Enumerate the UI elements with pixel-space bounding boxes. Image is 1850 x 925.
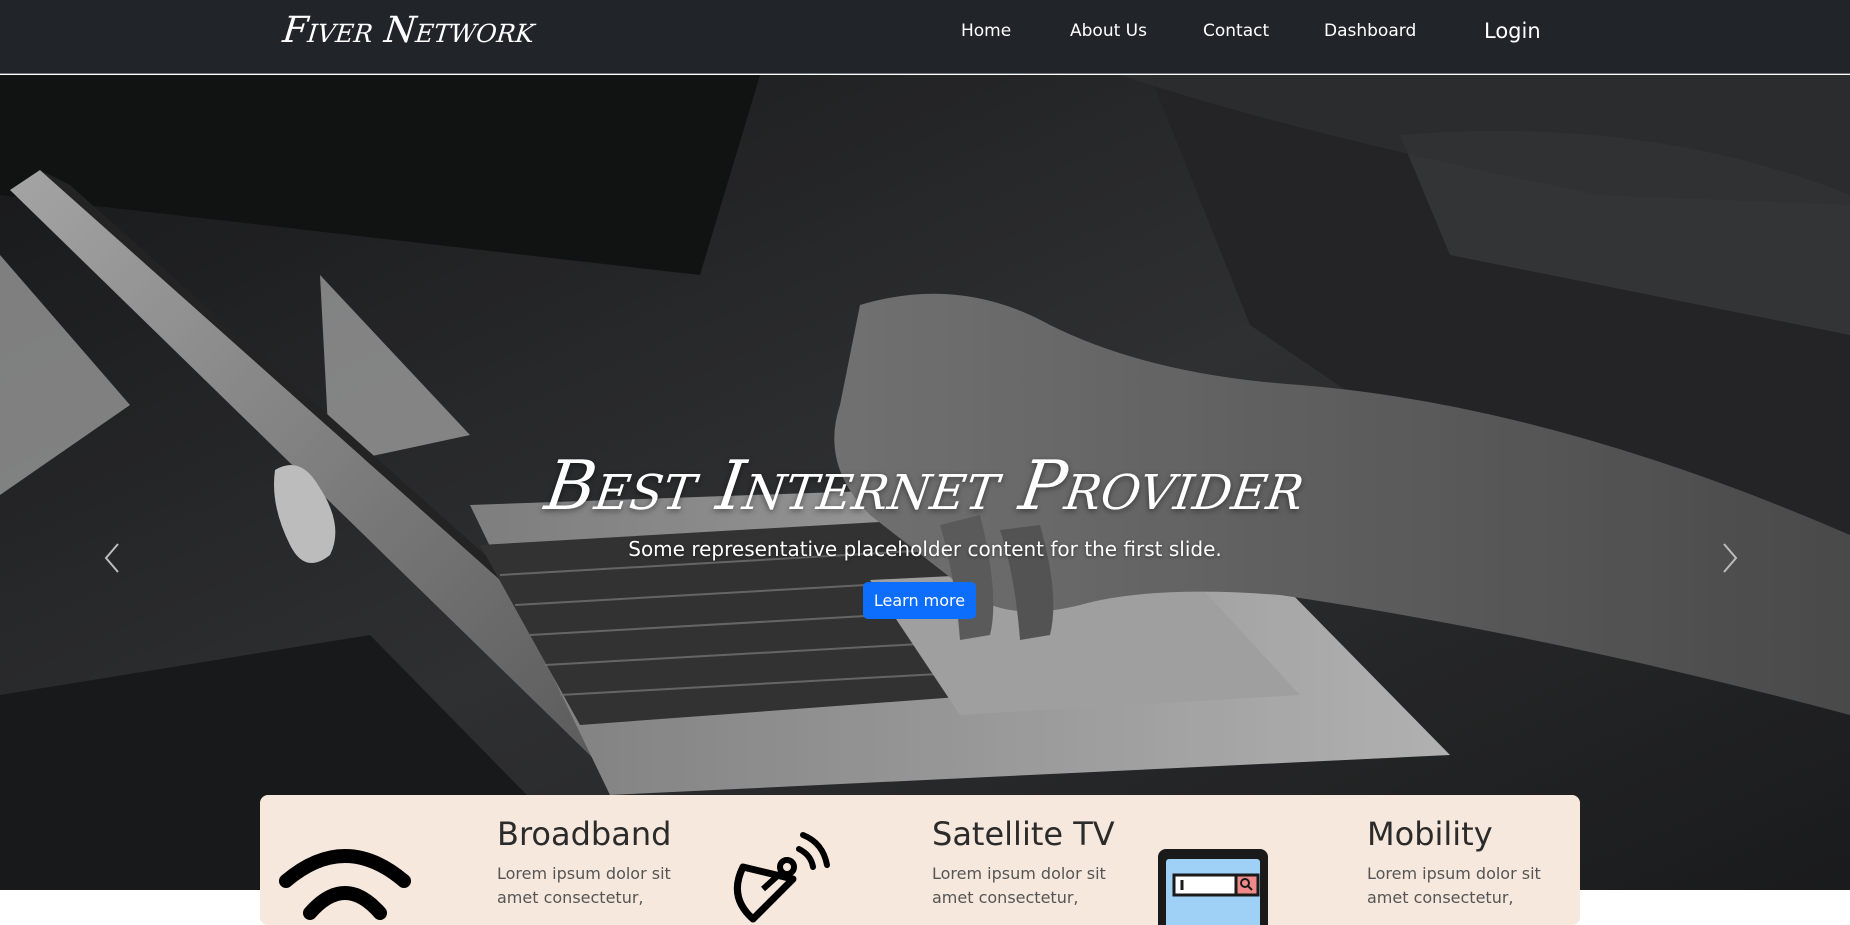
nav-link-about-us[interactable]: About Us (1070, 21, 1147, 41)
services-card: Broadband Lorem ipsum dolor sit amet con… (260, 795, 1580, 925)
nav-link-contact[interactable]: Contact (1203, 21, 1269, 41)
brand-logo[interactable]: Fiver Network (281, 10, 537, 51)
top-navbar: Fiver Network Home About Us Contact Dash… (0, 0, 1850, 74)
satellite-dish-icon (733, 832, 830, 923)
nav-link-home[interactable]: Home (961, 21, 1011, 41)
service-title-satellite-tv: Satellite TV (932, 815, 1115, 853)
learn-more-button[interactable]: Learn more (863, 582, 976, 619)
service-title-broadband: Broadband (497, 815, 672, 853)
wifi-icon (279, 849, 411, 920)
hero-subtitle: Some representative placeholder content … (628, 537, 1222, 561)
service-text-mobility: Lorem ipsum dolor sit amet consectetur, (1367, 864, 1541, 907)
service-title-mobility: Mobility (1367, 815, 1493, 853)
browser-search-icon (1158, 849, 1268, 925)
service-text-satellite-tv: Lorem ipsum dolor sit amet consectetur, (932, 864, 1106, 907)
nav-link-dashboard[interactable]: Dashboard (1324, 21, 1416, 41)
hero-title: Best Internet Provider (540, 447, 1310, 526)
hero-carousel: Best Internet Provider Some representati… (0, 75, 1850, 890)
nav-link-login[interactable]: Login (1484, 19, 1541, 43)
service-text-broadband: Lorem ipsum dolor sit amet consectetur, (497, 864, 671, 907)
